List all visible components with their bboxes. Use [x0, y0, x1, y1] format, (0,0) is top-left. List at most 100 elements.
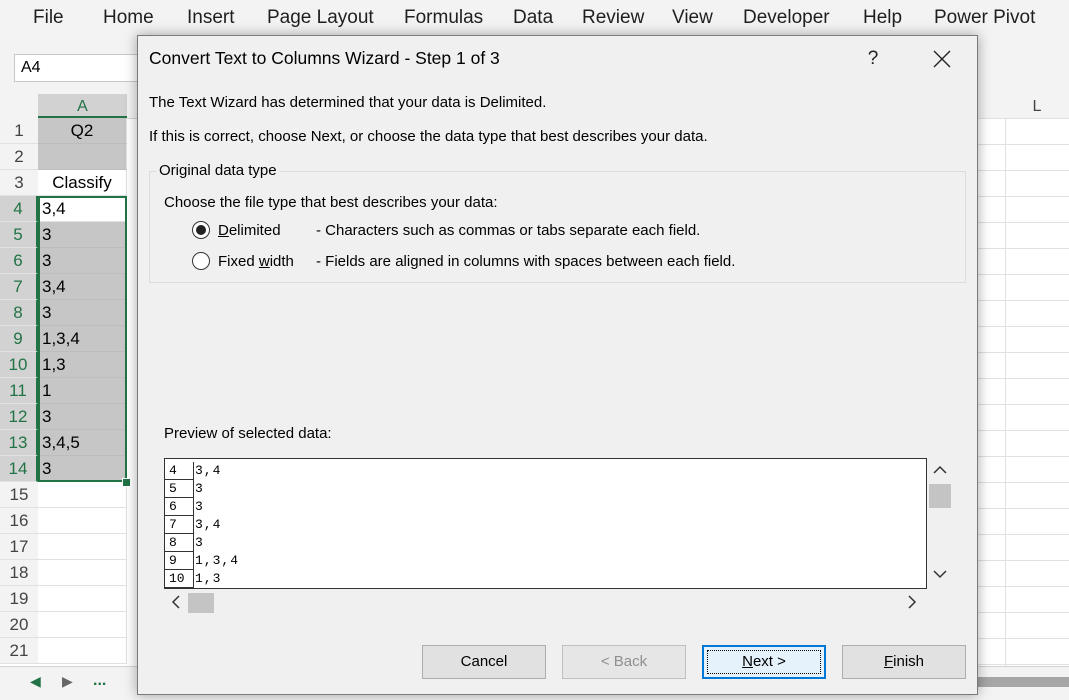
row-header[interactable]: 7 — [0, 274, 38, 300]
group-title: Original data type — [156, 162, 280, 179]
sheet-prev-icon[interactable]: ◀ — [30, 673, 41, 690]
tab-insert[interactable]: Insert — [187, 7, 235, 29]
tab-review[interactable]: Review — [582, 7, 644, 29]
chevron-up-icon[interactable] — [927, 462, 953, 482]
cancel-button[interactable]: Cancel — [422, 645, 546, 679]
cell-a11[interactable]: 1 — [38, 378, 127, 404]
cell-a16[interactable] — [38, 508, 127, 534]
tab-power-pivot[interactable]: Power Pivot — [934, 7, 1035, 29]
preview-row: 7 3,4 — [165, 516, 925, 534]
cell-a2[interactable] — [38, 144, 127, 170]
row-header[interactable]: 19 — [0, 586, 38, 612]
tab-help[interactable]: Help — [863, 7, 902, 29]
preview-row: 4 3,4 — [165, 462, 925, 480]
wizard-determination-text: The Text Wizard has determined that your… — [149, 94, 547, 111]
cell-a13[interactable]: 3,4,5 — [38, 430, 127, 456]
fixed-width-radio[interactable] — [192, 252, 210, 270]
select-all-corner[interactable] — [0, 94, 38, 118]
cell-a15[interactable] — [38, 482, 127, 508]
more-sheets-button[interactable]: ... — [93, 672, 106, 690]
row-header[interactable]: 15 — [0, 482, 38, 508]
cell-a21[interactable] — [38, 638, 127, 664]
cell-a10[interactable]: 1,3 — [38, 352, 127, 378]
cell-a1[interactable]: Q2 — [38, 118, 127, 144]
tab-view[interactable]: View — [672, 7, 713, 29]
preview-row: 10 1,3 — [165, 570, 925, 588]
cell-a3[interactable]: Classify — [38, 170, 127, 196]
row-header[interactable]: 1 — [0, 118, 38, 144]
row-header[interactable]: 14 — [0, 456, 38, 482]
name-box[interactable]: A4 — [14, 54, 138, 82]
choose-file-type-label: Choose the file type that best describes… — [164, 194, 498, 211]
text-to-columns-dialog: Convert Text to Columns Wizard - Step 1 … — [137, 35, 978, 695]
row-header[interactable]: 12 — [0, 404, 38, 430]
cell-a7[interactable]: 3,4 — [38, 274, 127, 300]
row-header[interactable]: 21 — [0, 638, 38, 664]
column-header-a[interactable]: A — [38, 94, 127, 118]
row-header[interactable]: 6 — [0, 248, 38, 274]
row-header[interactable]: 17 — [0, 534, 38, 560]
row-header[interactable]: 11 — [0, 378, 38, 404]
row-header[interactable]: 10 — [0, 352, 38, 378]
wizard-instruction-text: If this is correct, choose Next, or choo… — [149, 128, 708, 145]
close-button[interactable] — [924, 44, 960, 74]
sheet-next-icon[interactable]: ▶ — [62, 673, 73, 690]
tab-file[interactable]: File — [33, 7, 64, 29]
row-header[interactable]: 16 — [0, 508, 38, 534]
cell-a9[interactable]: 1,3,4 — [38, 326, 127, 352]
tab-home[interactable]: Home — [103, 7, 154, 29]
chevron-right-icon[interactable] — [902, 589, 922, 615]
cell-a8[interactable]: 3 — [38, 300, 127, 326]
row-header[interactable]: 9 — [0, 326, 38, 352]
cell-a18[interactable] — [38, 560, 127, 586]
row-header[interactable]: 8 — [0, 300, 38, 326]
column-header-l[interactable]: L — [1005, 94, 1069, 118]
preview-row: 9 1,3,4 — [165, 552, 925, 570]
row-header[interactable]: 3 — [0, 170, 38, 196]
fixed-width-label[interactable]: Fixed width — [218, 253, 294, 270]
row-header[interactable]: 18 — [0, 560, 38, 586]
focus-ring — [707, 650, 821, 674]
back-button[interactable]: < Back — [562, 645, 686, 679]
cell-a17[interactable] — [38, 534, 127, 560]
tab-page-layout[interactable]: Page Layout — [267, 7, 374, 29]
cell-a20[interactable] — [38, 612, 127, 638]
tab-developer[interactable]: Developer — [743, 7, 830, 29]
delimited-description: - Characters such as commas or tabs sepa… — [316, 222, 701, 239]
cell-a6[interactable]: 3 — [38, 248, 127, 274]
cell-a4[interactable]: 3,4 — [38, 196, 127, 222]
finish-button[interactable]: Finish — [842, 645, 966, 679]
row-header[interactable]: 13 — [0, 430, 38, 456]
data-preview-pane[interactable]: 4 3,4 53 63 7 3,4 83 9 1,3,4 10 1,3 — [164, 458, 927, 589]
next-button[interactable]: Next > — [702, 645, 826, 679]
fill-handle[interactable] — [122, 478, 131, 487]
row-header[interactable]: 2 — [0, 144, 38, 170]
row-header[interactable]: 5 — [0, 222, 38, 248]
preview-horizontal-scrollbar[interactable] — [164, 589, 927, 615]
help-button[interactable]: ? — [860, 46, 886, 72]
cell-a19[interactable] — [38, 586, 127, 612]
row-header[interactable]: 20 — [0, 612, 38, 638]
row-header[interactable]: 4 — [0, 196, 38, 222]
preview-row: 53 — [165, 480, 925, 498]
chevron-left-icon[interactable] — [166, 589, 186, 615]
grid-right-columns — [977, 118, 1069, 666]
dialog-title: Convert Text to Columns Wizard - Step 1 … — [149, 48, 500, 68]
fixed-width-description: - Fields are aligned in columns with spa… — [316, 253, 736, 270]
preview-hscroll-thumb[interactable] — [188, 593, 214, 613]
cell-a12[interactable]: 3 — [38, 404, 127, 430]
delimited-label[interactable]: Delimited — [218, 222, 281, 239]
delimited-radio[interactable] — [192, 221, 210, 239]
cell-a5[interactable]: 3 — [38, 222, 127, 248]
tab-formulas[interactable]: Formulas — [404, 7, 483, 29]
preview-row: 63 — [165, 498, 925, 516]
chevron-down-icon[interactable] — [927, 566, 953, 586]
preview-vertical-scrollbar[interactable] — [927, 458, 953, 589]
ribbon-menu: File Home Insert Page Layout Formulas Da… — [0, 0, 1069, 38]
cell-a14[interactable]: 3 — [38, 456, 127, 482]
preview-label: Preview of selected data: — [164, 425, 332, 442]
tab-data[interactable]: Data — [513, 7, 553, 29]
close-icon — [933, 50, 951, 68]
preview-vscroll-thumb[interactable] — [929, 484, 951, 508]
sheet-hscroll-thumb[interactable] — [978, 677, 1069, 687]
